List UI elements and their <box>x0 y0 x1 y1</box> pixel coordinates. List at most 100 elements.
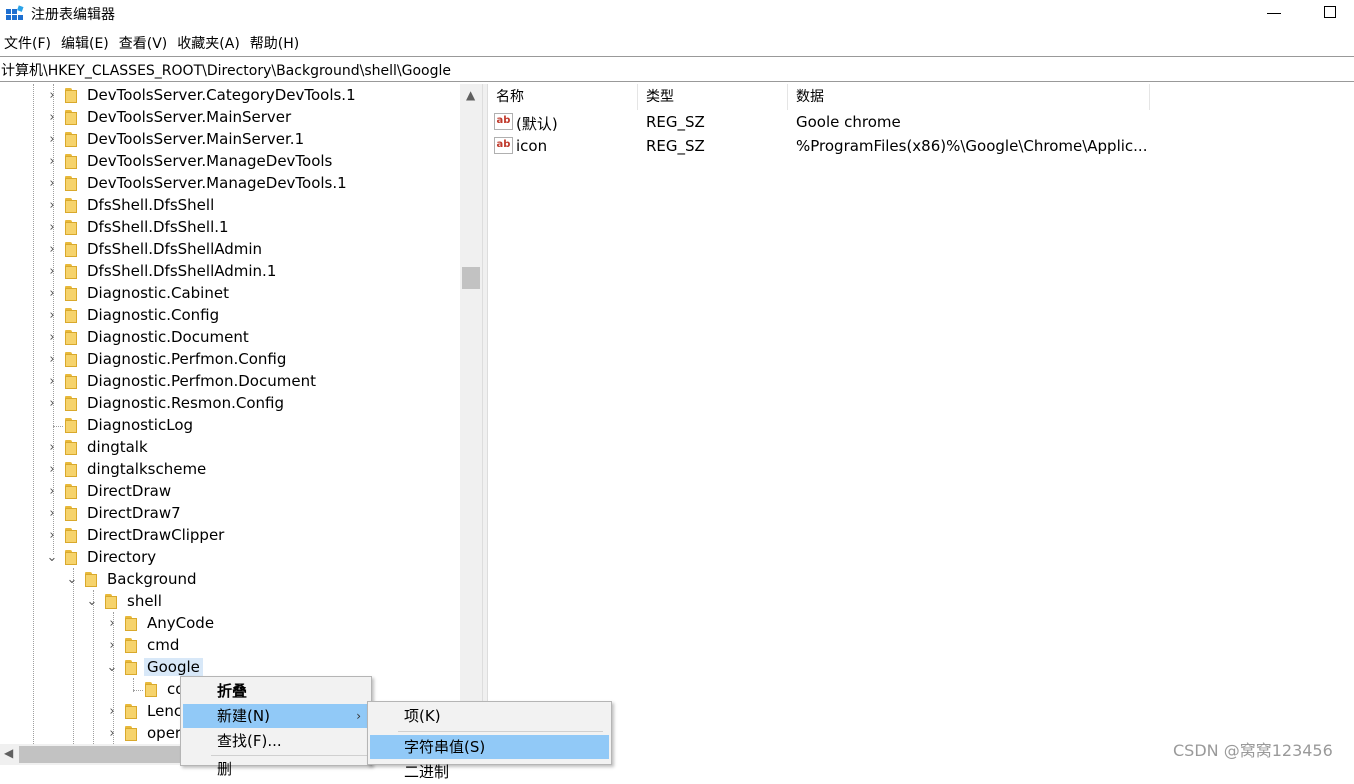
column-header-data[interactable]: 数据 <box>788 84 1150 110</box>
chevron-right-icon[interactable]: › <box>45 221 59 235</box>
list-row[interactable]: ab (默认) REG_SZ Goole chrome <box>488 110 1148 134</box>
tree-item-label: Directory <box>87 548 157 566</box>
tree-item[interactable]: › DfsShell.DfsShell <box>0 195 460 217</box>
chevron-right-icon[interactable]: › <box>105 705 119 719</box>
tree-item[interactable]: › DevToolsServer.ManageDevTools.1 <box>0 173 460 195</box>
menu-file[interactable]: 文件(F) <box>0 33 57 55</box>
chevron-right-icon[interactable]: › <box>45 375 59 389</box>
scrollbar-thumb[interactable] <box>462 267 480 289</box>
chevron-right-icon[interactable]: › <box>45 89 59 103</box>
address-bar[interactable]: 计算机\HKEY_CLASSES_ROOT\Directory\Backgrou… <box>0 56 1354 82</box>
tree-item[interactable]: › dingtalkscheme <box>0 459 460 481</box>
chevron-down-icon[interactable]: ⌄ <box>105 661 119 675</box>
chevron-right-icon[interactable]: › <box>45 287 59 301</box>
chevron-right-icon[interactable]: › <box>45 353 59 367</box>
minimize-button[interactable] <box>1266 2 1284 22</box>
tree-item[interactable]: › DfsShell.DfsShellAdmin <box>0 239 460 261</box>
tree-item[interactable]: › DevToolsServer.CategoryDevTools.1 <box>0 85 460 107</box>
tree-item[interactable]: › DevToolsServer.MainServer <box>0 107 460 129</box>
submenu-item-string-value[interactable]: 字符串值(S) <box>370 735 609 759</box>
tree-item[interactable]: › cmd <box>0 635 460 657</box>
address-path[interactable]: 计算机\HKEY_CLASSES_ROOT\Directory\Backgrou… <box>1 60 451 80</box>
chevron-down-icon[interactable]: ⌄ <box>85 595 99 609</box>
context-item-delete[interactable]: 删 <box>183 757 369 781</box>
chevron-right-icon[interactable]: › <box>45 485 59 499</box>
menu-favorites[interactable]: 收藏夹(A) <box>173 33 246 55</box>
chevron-right-icon[interactable]: › <box>45 111 59 125</box>
chevron-right-icon[interactable]: › <box>45 133 59 147</box>
tree-item[interactable]: › Diagnostic.Resmon.Config <box>0 393 460 415</box>
submenu-item-binary-value[interactable]: 二进制 <box>370 760 609 784</box>
value-name: icon <box>516 137 548 155</box>
tree-item-label: DiagnosticLog <box>87 416 194 434</box>
tree-item-label: DevToolsServer.MainServer <box>87 108 292 126</box>
chevron-right-icon[interactable]: › <box>45 441 59 455</box>
chevron-right-icon[interactable]: › <box>45 243 59 257</box>
tree-item[interactable]: › Diagnostic.Perfmon.Document <box>0 371 460 393</box>
chevron-right-icon[interactable]: › <box>105 727 119 741</box>
new-submenu: 项(K) 字符串值(S) 二进制 <box>367 701 612 781</box>
menu-view[interactable]: 查看(V) <box>115 33 174 55</box>
tree-item-label: DevToolsServer.ManageDevTools.1 <box>87 174 347 192</box>
tree-item[interactable]: ⌄ Background <box>0 569 460 591</box>
chevron-right-icon[interactable]: › <box>45 265 59 279</box>
tree-item[interactable]: › DfsShell.DfsShellAdmin.1 <box>0 261 460 283</box>
value-list-pane: 名称 类型 数据 ab (默认) REG_SZ Goole chrome ab … <box>488 84 1354 765</box>
maximize-button[interactable] <box>1324 6 1336 18</box>
chevron-right-icon[interactable]: › <box>45 463 59 477</box>
tree-item[interactable]: DiagnosticLog <box>0 415 460 437</box>
folder-icon <box>65 198 81 213</box>
menu-separator <box>211 755 367 756</box>
tree-item[interactable]: › dingtalk <box>0 437 460 459</box>
tree-item[interactable]: › Diagnostic.Cabinet <box>0 283 460 305</box>
tree-item-label: cmd <box>147 636 180 654</box>
context-item-new-label: 新建(N) <box>217 707 270 725</box>
tree-item[interactable]: ⌄ Directory <box>0 547 460 569</box>
chevron-right-icon[interactable]: › <box>45 309 59 323</box>
tree-vertical-scrollbar[interactable]: ▲ <box>460 84 482 744</box>
context-item-find[interactable]: 查找(F)... <box>183 729 369 753</box>
scroll-up-arrow-icon[interactable]: ▲ <box>466 88 475 102</box>
tree-item[interactable]: ⌄ shell <box>0 591 460 613</box>
context-item-new[interactable]: 新建(N) › <box>183 704 369 728</box>
chevron-right-icon[interactable]: › <box>45 507 59 521</box>
value-type: REG_SZ <box>646 113 705 131</box>
list-row[interactable]: ab icon REG_SZ %ProgramFiles(x86)%\Googl… <box>488 134 1148 158</box>
chevron-right-icon[interactable]: › <box>45 177 59 191</box>
tree-item[interactable]: › Diagnostic.Document <box>0 327 460 349</box>
tree-item[interactable]: › DirectDrawClipper <box>0 525 460 547</box>
tree-item-label: oper <box>147 724 182 742</box>
chevron-right-icon[interactable]: › <box>105 639 119 653</box>
submenu-item-key[interactable]: 项(K) <box>370 704 609 728</box>
tree-item[interactable]: › DirectDraw <box>0 481 460 503</box>
folder-icon <box>65 220 81 235</box>
chevron-right-icon[interactable]: › <box>45 155 59 169</box>
context-item-collapse[interactable]: 折叠 <box>183 679 369 703</box>
menu-edit[interactable]: 编辑(E) <box>57 33 115 55</box>
chevron-right-icon[interactable]: › <box>45 397 59 411</box>
chevron-right-icon[interactable]: › <box>45 529 59 543</box>
tree-item[interactable]: › AnyCode <box>0 613 460 635</box>
tree-item[interactable]: › Diagnostic.Perfmon.Config <box>0 349 460 371</box>
tree-item[interactable]: › Diagnostic.Config <box>0 305 460 327</box>
column-header-type[interactable]: 类型 <box>638 84 788 110</box>
scrollbar-thumb[interactable] <box>19 746 189 763</box>
column-header-name[interactable]: 名称 <box>488 84 638 110</box>
folder-icon <box>65 484 81 499</box>
tree-item[interactable]: › DevToolsServer.MainServer.1 <box>0 129 460 151</box>
tree-item[interactable]: › DirectDraw7 <box>0 503 460 525</box>
chevron-right-icon[interactable]: › <box>105 617 119 631</box>
chevron-down-icon[interactable]: ⌄ <box>65 573 79 587</box>
submenu-arrow-icon: › <box>356 709 361 723</box>
tree-item-label: Diagnostic.Document <box>87 328 249 346</box>
menu-help[interactable]: 帮助(H) <box>246 33 305 55</box>
chevron-right-icon[interactable]: › <box>45 199 59 213</box>
tree-item[interactable]: › DevToolsServer.ManageDevTools <box>0 151 460 173</box>
tree-item[interactable]: › DfsShell.DfsShell.1 <box>0 217 460 239</box>
folder-icon <box>65 242 81 257</box>
chevron-down-icon[interactable]: ⌄ <box>45 551 59 565</box>
chevron-right-icon[interactable]: › <box>45 331 59 345</box>
title-bar: 注册表编辑器 <box>0 0 1354 28</box>
folder-icon <box>85 572 101 587</box>
scroll-left-arrow-icon[interactable]: ◀ <box>4 746 13 760</box>
